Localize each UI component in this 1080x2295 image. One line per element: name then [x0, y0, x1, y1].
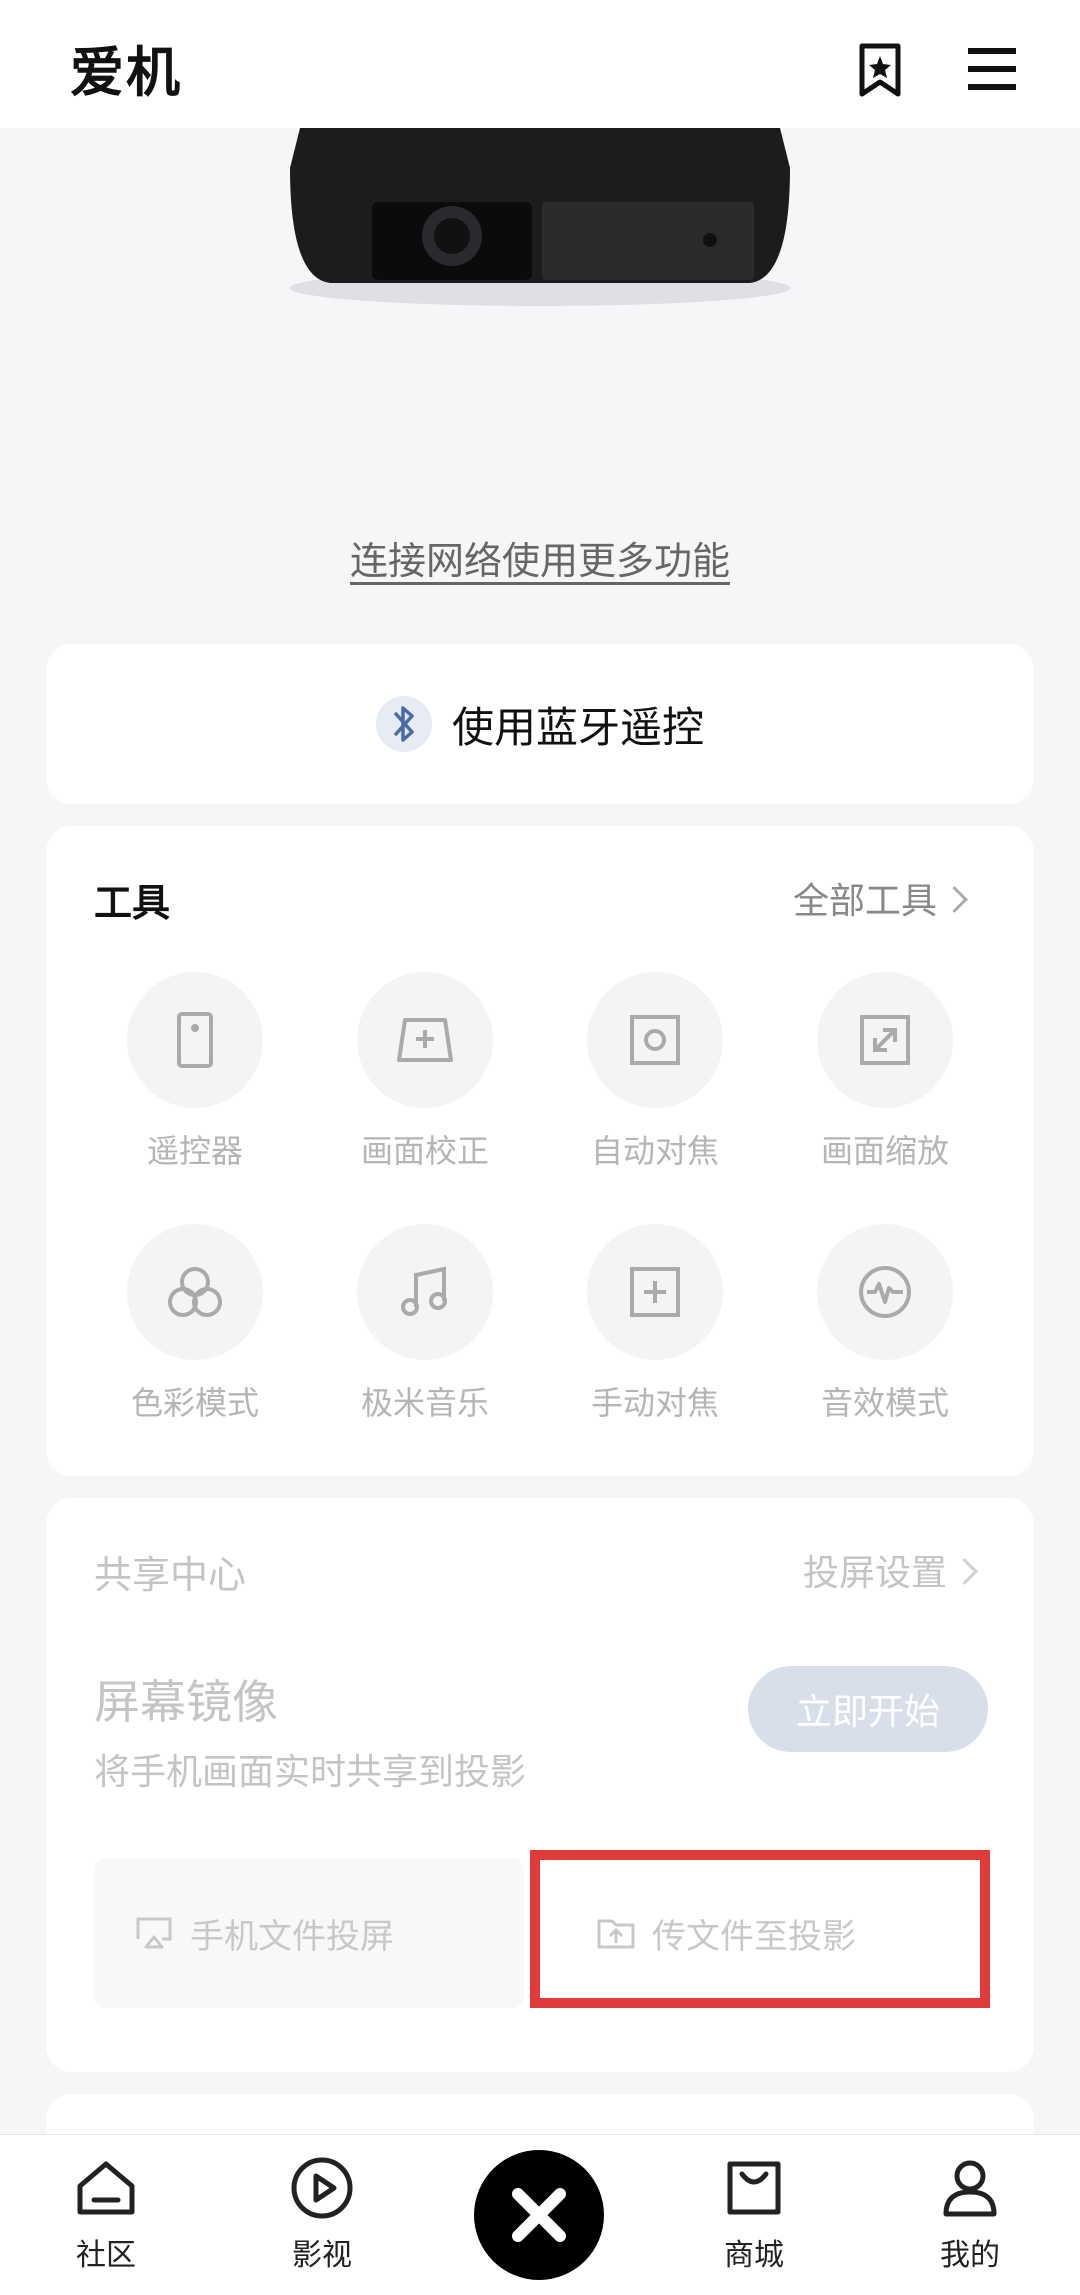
nav-video[interactable]: 影视 — [252, 2156, 392, 2274]
phone-file-cast-button[interactable]: 手机文件投屏 — [94, 1858, 524, 2008]
music-icon — [357, 1224, 493, 1360]
xgimi-logo-icon[interactable] — [474, 2150, 604, 2280]
tool-label: 遥控器 — [146, 1132, 243, 1170]
cast-settings-label: 投屏设置 — [802, 1553, 947, 1594]
nav-community[interactable]: 社区 — [36, 2156, 176, 2274]
autofocus-icon — [587, 972, 723, 1108]
nav-shop[interactable]: 商城 — [684, 2156, 824, 2274]
page-title: 爱机 — [70, 41, 182, 104]
bluetooth-remote-label: 使用蓝牙遥控 — [451, 702, 704, 752]
nav-label: 影视 — [292, 2238, 352, 2273]
keystone-icon — [357, 972, 493, 1108]
tool-sound-effect[interactable]: 音效模式 — [770, 1224, 1000, 1424]
play-icon — [291, 2157, 353, 2219]
tool-label: 自动对焦 — [590, 1132, 719, 1170]
phone-file-cast-label: 手机文件投屏 — [190, 1916, 394, 1957]
tool-keystone[interactable]: 画面校正 — [310, 972, 540, 1172]
tool-autofocus[interactable]: 自动对焦 — [540, 972, 770, 1172]
tool-label: 音效模式 — [820, 1384, 949, 1422]
highlight-box — [530, 1850, 990, 2008]
tool-remote[interactable]: 遥控器 — [80, 972, 310, 1172]
chevron-right-icon — [951, 1557, 978, 1585]
tool-color-mode[interactable]: 色彩模式 — [80, 1224, 310, 1424]
start-mirror-button[interactable]: 立即开始 — [748, 1666, 988, 1752]
screen-mirror-desc: 将手机画面实时共享到投影 — [94, 1752, 527, 1793]
projector-image — [280, 128, 800, 308]
chevron-right-icon — [941, 885, 968, 913]
sound-effect-icon — [817, 1224, 953, 1360]
tool-label: 手动对焦 — [590, 1384, 719, 1422]
connect-network-link[interactable]: 连接网络使用更多功能 — [0, 530, 1080, 585]
bookmark-star-icon[interactable] — [852, 42, 908, 98]
all-tools-label: 全部工具 — [792, 881, 937, 922]
nav-label: 我的 — [940, 2238, 1000, 2273]
nav-label: 社区 — [76, 2238, 136, 2273]
tool-label: 画面校正 — [360, 1132, 489, 1170]
tool-manual-focus[interactable]: 手动对焦 — [540, 1224, 770, 1424]
tool-label: 画面缩放 — [820, 1132, 949, 1170]
home-icon — [77, 2161, 135, 2215]
share-center-title: 共享中心 — [94, 1553, 247, 1597]
tools-title: 工具 — [94, 881, 171, 925]
tool-label: 极米音乐 — [360, 1384, 489, 1422]
bluetooth-remote-card[interactable]: 使用蓝牙遥控 — [46, 644, 1034, 804]
remote-icon — [127, 972, 263, 1108]
tools-card: 工具 全部工具 遥控器 画面校正 自动对焦 画面缩放 色彩模式 极米音乐 手动对… — [46, 826, 1034, 1476]
nav-profile[interactable]: 我的 — [900, 2156, 1040, 2274]
zoom-icon — [817, 972, 953, 1108]
nav-label: 商城 — [724, 2238, 784, 2273]
bluetooth-icon — [375, 696, 432, 752]
cast-settings-link[interactable]: 投屏设置 — [802, 1544, 978, 1596]
shop-bag-icon — [727, 2161, 781, 2215]
color-mode-icon — [127, 1224, 263, 1360]
cast-screen-icon — [136, 1917, 172, 1949]
screen-mirror-title: 屏幕镜像 — [94, 1675, 278, 1729]
manual-focus-icon — [587, 1224, 723, 1360]
all-tools-link[interactable]: 全部工具 — [792, 872, 968, 924]
profile-icon — [943, 2160, 997, 2217]
tool-music[interactable]: 极米音乐 — [310, 1224, 540, 1424]
tool-zoom[interactable]: 画面缩放 — [770, 972, 1000, 1172]
tool-label: 色彩模式 — [130, 1384, 259, 1422]
menu-icon[interactable] — [966, 42, 1022, 98]
